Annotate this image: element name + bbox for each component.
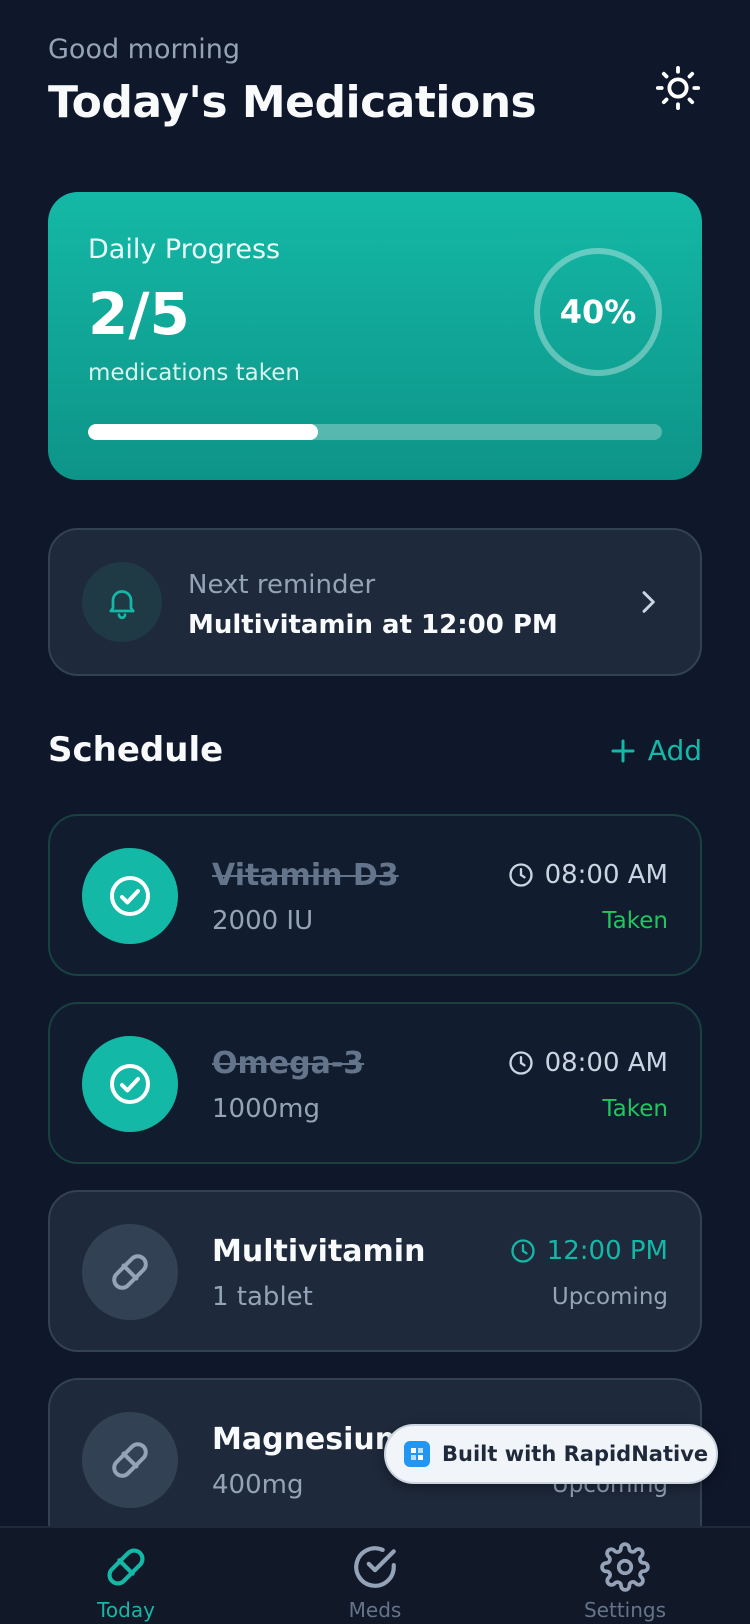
bell-icon (109, 590, 135, 620)
daily-progress-card: Daily Progress 2/5 medications taken 40% (48, 192, 702, 480)
tab-label: Settings (583, 1598, 667, 1622)
progress-subtitle: medications taken (88, 360, 300, 386)
schedule-title: Schedule (48, 730, 224, 770)
theme-toggle-button[interactable] (654, 64, 702, 112)
med-dose: 400mg (212, 1470, 304, 1500)
clock-icon (511, 1239, 535, 1263)
med-status: Taken (602, 1096, 668, 1122)
clock-icon (508, 863, 533, 887)
add-medication-button[interactable]: Add (608, 734, 702, 767)
add-label: Add (647, 734, 702, 767)
schedule-header: Schedule Add (48, 730, 702, 778)
header: Good morning Today's Medications (48, 34, 702, 128)
built-with-badge[interactable]: Built with RapidNative (384, 1424, 718, 1484)
med-status-icon-circle[interactable] (82, 1036, 178, 1132)
med-dose: 1000mg (212, 1094, 320, 1124)
progress-ring: 40% (534, 248, 662, 376)
gear-icon (600, 1542, 650, 1592)
greeting: Good morning (48, 34, 240, 65)
tab-label: Today (97, 1598, 155, 1622)
badge-text: Built with RapidNative (442, 1442, 709, 1466)
reminder-label: Next reminder (188, 570, 376, 600)
pill-icon (112, 1442, 148, 1478)
pill-icon (112, 1254, 148, 1290)
chevron-right-icon (632, 586, 664, 622)
check-circle-icon (354, 1546, 396, 1588)
med-time: 08:00 AM (507, 1048, 668, 1078)
progress-label: Daily Progress (88, 234, 281, 265)
progress-bar-fill (88, 424, 318, 440)
plus-icon (611, 739, 635, 762)
med-time: 08:00 AM (507, 860, 668, 890)
med-dose: 2000 IU (212, 906, 314, 936)
med-dose: 1 tablet (212, 1282, 313, 1312)
progress-bar (88, 424, 662, 440)
med-name: Multivitamin (212, 1234, 426, 1269)
rapidnative-logo-icon (404, 1441, 430, 1467)
med-name: Omega-3 (212, 1046, 365, 1081)
medication-card[interactable]: Vitamin D3 2000 IU 08:00 AM Taken (48, 814, 702, 976)
next-reminder-card[interactable]: Next reminder Multivitamin at 12:00 PM (48, 528, 702, 676)
page-title: Today's Medications (48, 77, 537, 128)
reminder-text: Multivitamin at 12:00 PM (188, 610, 558, 640)
med-name: Magnesium (212, 1422, 407, 1457)
medication-card[interactable]: Omega-3 1000mg 08:00 AM Taken (48, 1002, 702, 1164)
med-status-icon-circle[interactable] (82, 1224, 178, 1320)
med-time-text: 12:00 PM (546, 1236, 668, 1266)
med-status-icon-circle[interactable] (82, 848, 178, 944)
med-status-icon-circle[interactable] (82, 1412, 178, 1508)
progress-percent: 40% (559, 293, 637, 331)
tab-today[interactable]: Today (46, 1542, 206, 1622)
med-time-text: 08:00 AM (544, 860, 668, 890)
sun-icon (655, 65, 701, 111)
medication-card[interactable]: Multivitamin 1 tablet 12:00 PM Upcoming (48, 1190, 702, 1352)
med-status: Upcoming (551, 1284, 668, 1310)
progress-count: 2/5 (88, 280, 190, 348)
med-time-text: 08:00 AM (544, 1048, 668, 1078)
pill-icon (107, 1548, 145, 1586)
check-circle-icon (110, 876, 150, 916)
med-time: 12:00 PM (509, 1236, 668, 1266)
bottom-tab-bar: Today Meds Settings (0, 1526, 750, 1624)
clock-icon (508, 1051, 533, 1075)
reminder-icon-circle (82, 562, 162, 642)
tab-settings[interactable]: Settings (545, 1542, 705, 1622)
check-circle-icon (110, 1064, 150, 1104)
tab-meds[interactable]: Meds (295, 1542, 455, 1622)
tab-label: Meds (348, 1598, 402, 1622)
med-status: Taken (602, 908, 668, 934)
med-name: Vitamin D3 (212, 858, 399, 893)
